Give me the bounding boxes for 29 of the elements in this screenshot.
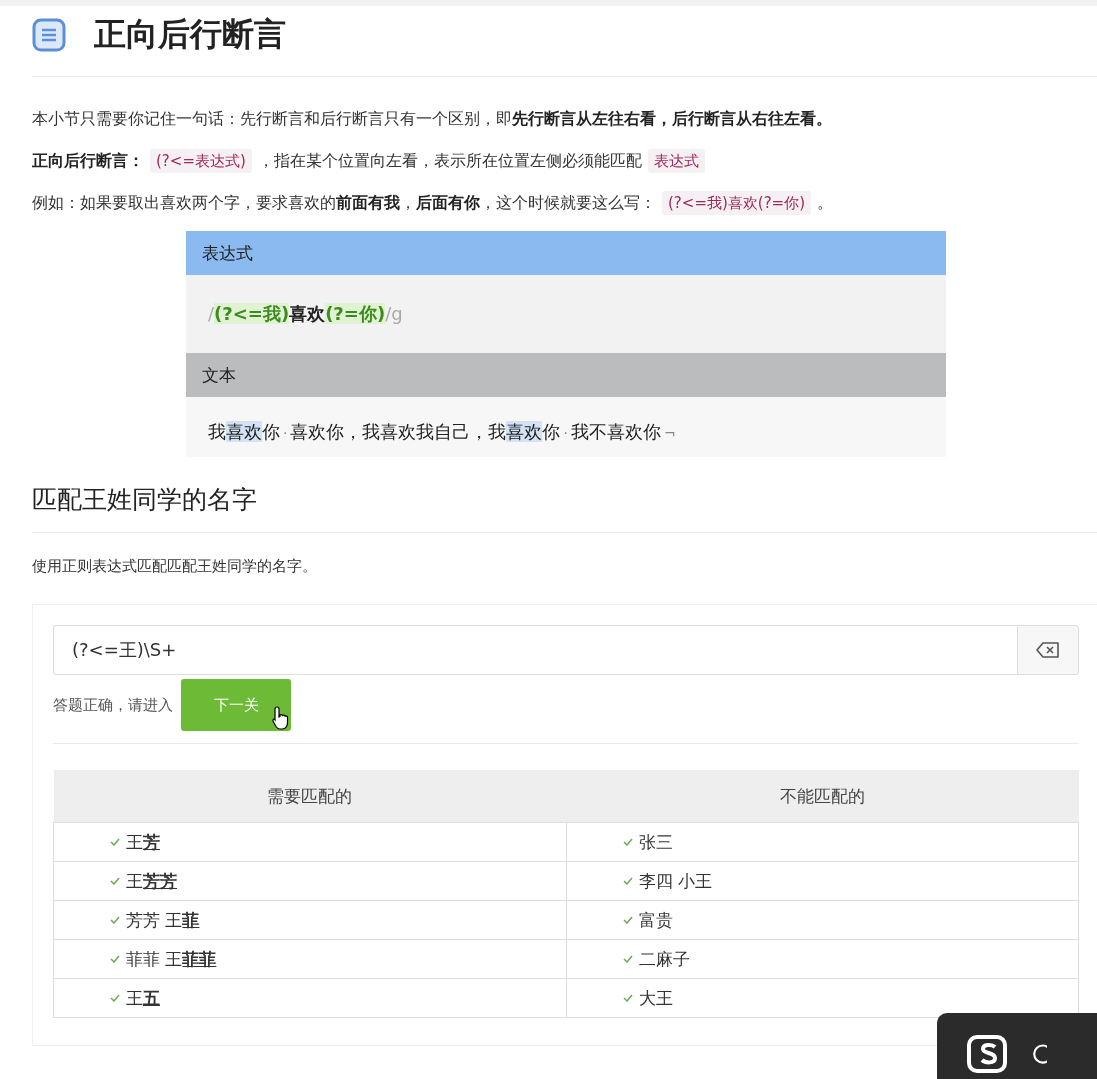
table-cell: 王芳 — [126, 830, 160, 854]
document-icon — [32, 18, 66, 52]
table-cell: 李四 小王 — [638, 869, 712, 893]
panel-header: 文本 — [186, 353, 946, 397]
section-title: 匹配王姓同学的名字 — [32, 484, 258, 516]
sample-text: 我喜欢你 · 喜欢你，我喜欢我自己，我喜欢你 · 我不喜欢你 ¬ — [186, 397, 946, 457]
table-cell: 张三 — [638, 830, 673, 854]
result-message: 答题正确，请进入 — [53, 695, 173, 715]
column-header: 需要匹配的 — [53, 770, 566, 823]
table-cell: 菲菲 王菲菲 — [126, 947, 217, 971]
clear-button[interactable] — [1017, 625, 1079, 675]
table-cell: 王五 — [126, 986, 160, 1010]
section-description: 使用正则表达式匹配匹配王姓同学的名字。 — [32, 557, 318, 576]
table-cell: 芳芳 王菲 — [126, 908, 200, 932]
table-cell: 大王 — [638, 986, 673, 1010]
paragraph: 本小节只需要你记住一句话：先行断言和后行断言只有一个区别，即先行断言从左往右看，后行断言从右往左看。 — [32, 109, 833, 130]
table-cell: 王芳芳 — [126, 869, 177, 893]
hand-cursor-icon — [271, 705, 291, 731]
regex-input[interactable]: (?<=王)\S+ — [53, 625, 1017, 675]
panel-header: 表达式 — [186, 231, 946, 275]
paragraph: 正向后行断言： (?<=表达式) ，指在某个位置向左看，表示所在位置左侧必须能匹配 表达式 — [32, 149, 1097, 173]
toolbar-logo-icon — [965, 1033, 1009, 1073]
paragraph: 例如：如果要取出喜欢两个字，要求喜欢的前面有我，后面有你，这个时候就要这么写： (?<=我)喜欢(?=你) 。 — [32, 191, 1097, 215]
column-header: 不能匹配的 — [566, 770, 1079, 823]
table-cell: 富贵 — [638, 908, 673, 932]
backspace-icon — [1036, 642, 1060, 658]
table-cell: 二麻子 — [638, 947, 690, 971]
page-title: 正向后行断言 — [94, 14, 286, 55]
regex-expression: /(?<=我)喜欢(?=你)/g — [207, 302, 404, 326]
